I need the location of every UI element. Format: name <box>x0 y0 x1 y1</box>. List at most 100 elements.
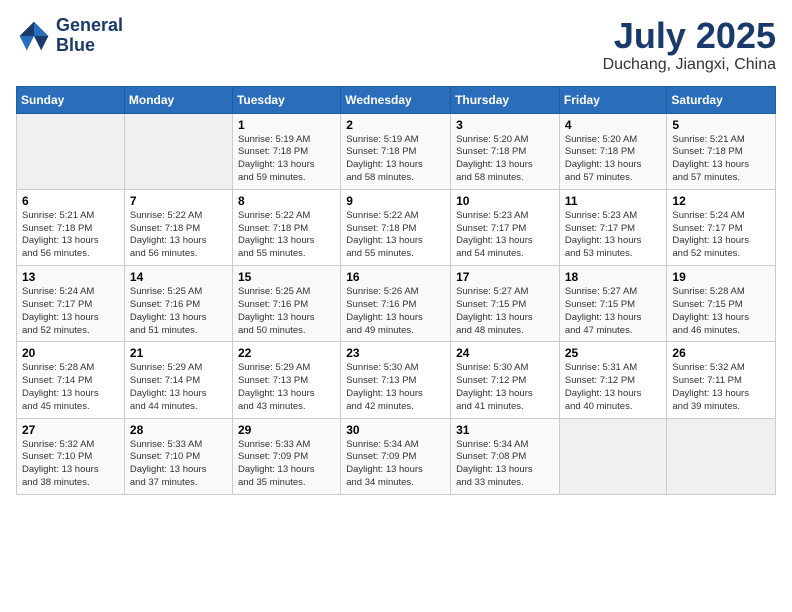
day-number: 30 <box>346 423 445 437</box>
day-info: Sunrise: 5:30 AM Sunset: 7:12 PM Dayligh… <box>456 362 554 413</box>
calendar-cell: 7 Sunrise: 5:22 AM Sunset: 7:18 PM Daylig… <box>124 189 232 265</box>
day-info: Sunrise: 5:31 AM Sunset: 7:12 PM Dayligh… <box>565 362 662 413</box>
day-number: 14 <box>130 270 227 284</box>
day-number: 16 <box>346 270 445 284</box>
calendar-cell <box>559 418 667 494</box>
calendar-cell: 18 Sunrise: 5:27 AM Sunset: 7:15 PM Dayli… <box>559 266 667 342</box>
day-number: 31 <box>456 423 554 437</box>
day-info: Sunrise: 5:30 AM Sunset: 7:13 PM Dayligh… <box>346 362 445 413</box>
calendar-cell: 14 Sunrise: 5:25 AM Sunset: 7:16 PM Dayli… <box>124 266 232 342</box>
logo-text: General Blue <box>56 16 123 56</box>
page-header: General Blue July 2025 Duchang, Jiangxi,… <box>16 16 776 74</box>
day-info: Sunrise: 5:28 AM Sunset: 7:15 PM Dayligh… <box>672 286 770 337</box>
day-info: Sunrise: 5:29 AM Sunset: 7:13 PM Dayligh… <box>238 362 335 413</box>
day-info: Sunrise: 5:19 AM Sunset: 7:18 PM Dayligh… <box>346 134 445 185</box>
day-info: Sunrise: 5:22 AM Sunset: 7:18 PM Dayligh… <box>238 210 335 261</box>
calendar-cell: 3 Sunrise: 5:20 AM Sunset: 7:18 PM Daylig… <box>451 113 560 189</box>
day-of-week-header: Sunday <box>17 86 125 113</box>
calendar-cell: 23 Sunrise: 5:30 AM Sunset: 7:13 PM Dayli… <box>341 342 451 418</box>
calendar-table: SundayMondayTuesdayWednesdayThursdayFrid… <box>16 86 776 495</box>
day-info: Sunrise: 5:25 AM Sunset: 7:16 PM Dayligh… <box>130 286 227 337</box>
day-info: Sunrise: 5:23 AM Sunset: 7:17 PM Dayligh… <box>456 210 554 261</box>
calendar-cell: 2 Sunrise: 5:19 AM Sunset: 7:18 PM Daylig… <box>341 113 451 189</box>
day-number: 21 <box>130 346 227 360</box>
day-number: 9 <box>346 194 445 208</box>
day-info: Sunrise: 5:32 AM Sunset: 7:11 PM Dayligh… <box>672 362 770 413</box>
day-of-week-header: Tuesday <box>232 86 340 113</box>
calendar-week-row: 6 Sunrise: 5:21 AM Sunset: 7:18 PM Daylig… <box>17 189 776 265</box>
calendar-cell: 6 Sunrise: 5:21 AM Sunset: 7:18 PM Daylig… <box>17 189 125 265</box>
day-number: 4 <box>565 118 662 132</box>
day-number: 20 <box>22 346 119 360</box>
day-number: 11 <box>565 194 662 208</box>
calendar-cell: 15 Sunrise: 5:25 AM Sunset: 7:16 PM Dayli… <box>232 266 340 342</box>
day-of-week-header: Friday <box>559 86 667 113</box>
day-number: 18 <box>565 270 662 284</box>
calendar-cell: 17Sunrise: 5:27 AM Sunset: 7:15 PM Dayli… <box>451 266 560 342</box>
calendar-cell: 21 Sunrise: 5:29 AM Sunset: 7:14 PM Dayli… <box>124 342 232 418</box>
day-number: 29 <box>238 423 335 437</box>
day-number: 13 <box>22 270 119 284</box>
calendar-week-row: 20Sunrise: 5:28 AM Sunset: 7:14 PM Dayli… <box>17 342 776 418</box>
day-info: Sunrise: 5:32 AM Sunset: 7:10 PM Dayligh… <box>22 439 119 490</box>
calendar-cell <box>17 113 125 189</box>
calendar-cell: 10Sunrise: 5:23 AM Sunset: 7:17 PM Dayli… <box>451 189 560 265</box>
day-number: 2 <box>346 118 445 132</box>
day-number: 27 <box>22 423 119 437</box>
calendar-cell: 5Sunrise: 5:21 AM Sunset: 7:18 PM Daylig… <box>667 113 776 189</box>
day-info: Sunrise: 5:19 AM Sunset: 7:18 PM Dayligh… <box>238 134 335 185</box>
day-info: Sunrise: 5:21 AM Sunset: 7:18 PM Dayligh… <box>672 134 770 185</box>
logo: General Blue <box>16 16 123 56</box>
day-number: 22 <box>238 346 335 360</box>
calendar-header-row: SundayMondayTuesdayWednesdayThursdayFrid… <box>17 86 776 113</box>
calendar-week-row: 13 Sunrise: 5:24 AM Sunset: 7:17 PM Dayli… <box>17 266 776 342</box>
day-number: 7 <box>130 194 227 208</box>
calendar-cell: 13 Sunrise: 5:24 AM Sunset: 7:17 PM Dayli… <box>17 266 125 342</box>
day-of-week-header: Saturday <box>667 86 776 113</box>
calendar-cell: 16 Sunrise: 5:26 AM Sunset: 7:16 PM Dayli… <box>341 266 451 342</box>
day-number: 6 <box>22 194 119 208</box>
calendar-cell: 29Sunrise: 5:33 AM Sunset: 7:09 PM Dayli… <box>232 418 340 494</box>
day-number: 24 <box>456 346 554 360</box>
title-section: July 2025 Duchang, Jiangxi, China <box>603 16 776 74</box>
day-info: Sunrise: 5:27 AM Sunset: 7:15 PM Dayligh… <box>456 286 554 337</box>
day-info: Sunrise: 5:20 AM Sunset: 7:18 PM Dayligh… <box>565 134 662 185</box>
calendar-cell: 25 Sunrise: 5:31 AM Sunset: 7:12 PM Dayli… <box>559 342 667 418</box>
day-info: Sunrise: 5:22 AM Sunset: 7:18 PM Dayligh… <box>346 210 445 261</box>
calendar-cell: 9 Sunrise: 5:22 AM Sunset: 7:18 PM Daylig… <box>341 189 451 265</box>
day-info: Sunrise: 5:20 AM Sunset: 7:18 PM Dayligh… <box>456 134 554 185</box>
day-number: 23 <box>346 346 445 360</box>
calendar-week-row: 27 Sunrise: 5:32 AM Sunset: 7:10 PM Dayli… <box>17 418 776 494</box>
day-of-week-header: Thursday <box>451 86 560 113</box>
day-info: Sunrise: 5:34 AM Sunset: 7:08 PM Dayligh… <box>456 439 554 490</box>
day-number: 19 <box>672 270 770 284</box>
day-info: Sunrise: 5:24 AM Sunset: 7:17 PM Dayligh… <box>22 286 119 337</box>
day-info: Sunrise: 5:27 AM Sunset: 7:15 PM Dayligh… <box>565 286 662 337</box>
day-info: Sunrise: 5:23 AM Sunset: 7:17 PM Dayligh… <box>565 210 662 261</box>
day-info: Sunrise: 5:33 AM Sunset: 7:10 PM Dayligh… <box>130 439 227 490</box>
day-info: Sunrise: 5:26 AM Sunset: 7:16 PM Dayligh… <box>346 286 445 337</box>
day-info: Sunrise: 5:21 AM Sunset: 7:18 PM Dayligh… <box>22 210 119 261</box>
day-number: 25 <box>565 346 662 360</box>
calendar-cell: 1 Sunrise: 5:19 AM Sunset: 7:18 PM Daylig… <box>232 113 340 189</box>
location-label: Duchang, Jiangxi, China <box>603 56 776 74</box>
calendar-cell: 24 Sunrise: 5:30 AM Sunset: 7:12 PM Dayli… <box>451 342 560 418</box>
day-info: Sunrise: 5:25 AM Sunset: 7:16 PM Dayligh… <box>238 286 335 337</box>
day-number: 3 <box>456 118 554 132</box>
day-number: 12 <box>672 194 770 208</box>
calendar-week-row: 1 Sunrise: 5:19 AM Sunset: 7:18 PM Daylig… <box>17 113 776 189</box>
day-info: Sunrise: 5:29 AM Sunset: 7:14 PM Dayligh… <box>130 362 227 413</box>
day-info: Sunrise: 5:22 AM Sunset: 7:18 PM Dayligh… <box>130 210 227 261</box>
day-number: 8 <box>238 194 335 208</box>
calendar-cell: 12Sunrise: 5:24 AM Sunset: 7:17 PM Dayli… <box>667 189 776 265</box>
day-number: 26 <box>672 346 770 360</box>
day-number: 15 <box>238 270 335 284</box>
calendar-cell: 19 Sunrise: 5:28 AM Sunset: 7:15 PM Dayli… <box>667 266 776 342</box>
day-number: 1 <box>238 118 335 132</box>
calendar-cell: 8 Sunrise: 5:22 AM Sunset: 7:18 PM Daylig… <box>232 189 340 265</box>
logo-icon <box>16 18 52 54</box>
calendar-cell: 26 Sunrise: 5:32 AM Sunset: 7:11 PM Dayli… <box>667 342 776 418</box>
calendar-cell <box>124 113 232 189</box>
calendar-cell: 31 Sunrise: 5:34 AM Sunset: 7:08 PM Dayli… <box>451 418 560 494</box>
day-number: 28 <box>130 423 227 437</box>
